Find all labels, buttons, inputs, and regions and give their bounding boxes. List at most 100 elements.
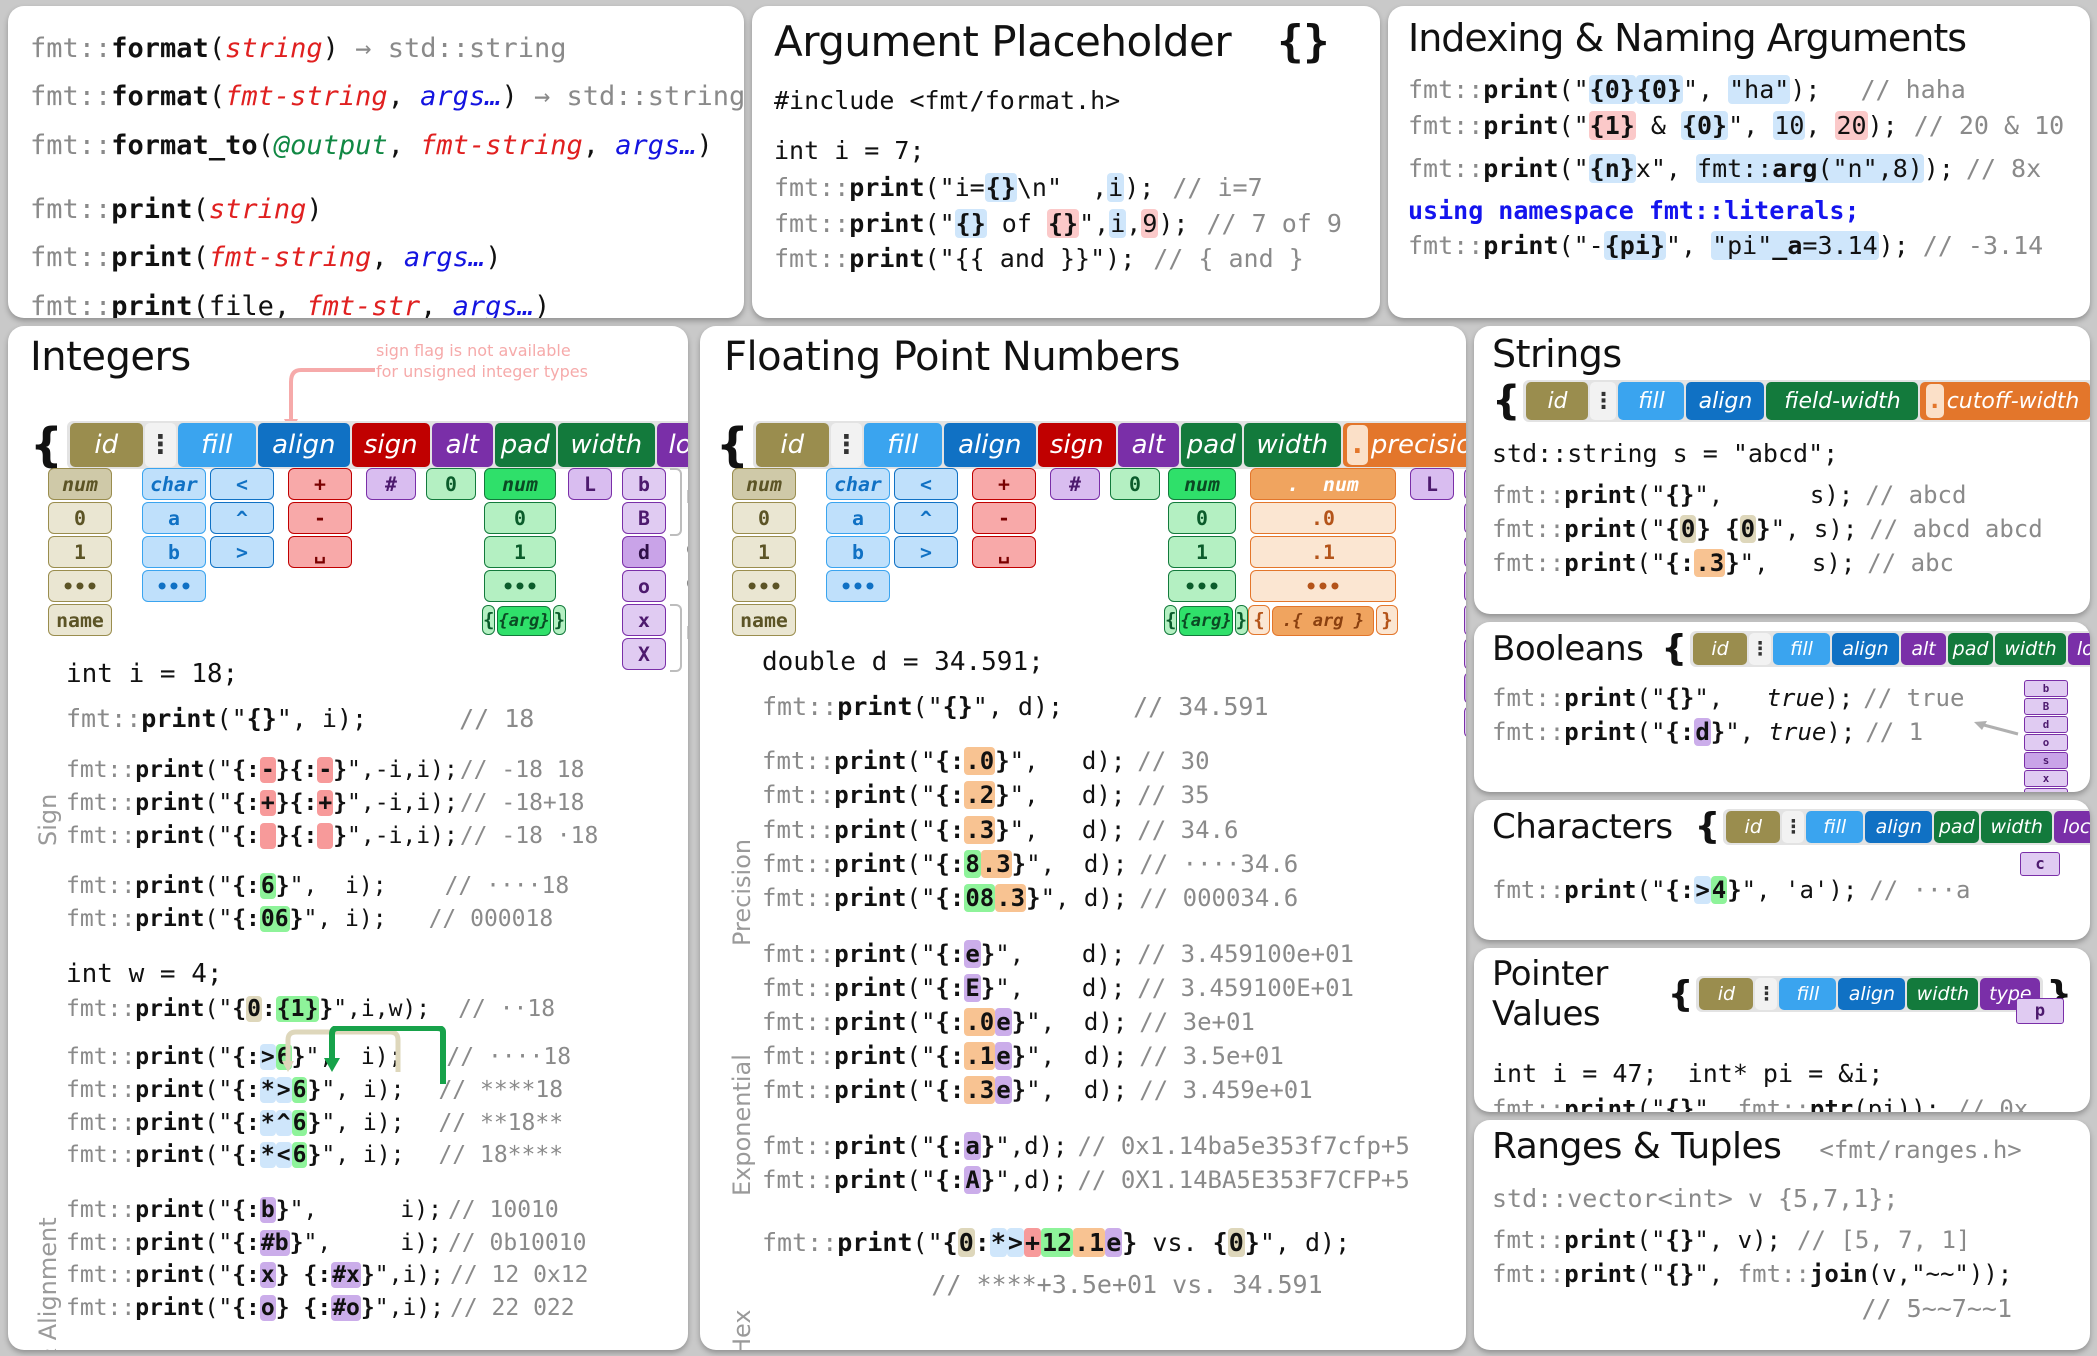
option-cell[interactable]: 1 [48,536,112,568]
option-cell[interactable]: # [366,468,416,500]
option-cell[interactable]: # [1050,468,1100,500]
option-cell[interactable]: 0 [426,468,476,500]
type-option[interactable]: c [2020,852,2060,876]
option-cell[interactable]: char [826,468,890,500]
code-text: fmt::print("{:-}{:-}",-i,i); [66,757,458,784]
floats-title: Floating Point Numbers [724,334,1180,380]
option-cell[interactable]: ••• [48,570,112,602]
option-cell[interactable]: name [732,604,796,636]
option-cell[interactable]: 0 [1168,502,1236,534]
code-text: fmt::print("{0} {0}", s); [1492,514,1858,543]
option-cell[interactable]: a [826,502,890,534]
arg-label: {arg} [1179,606,1233,636]
option-cell[interactable]: ^ [210,502,274,534]
code-comment: // -18 18 [459,757,585,784]
spec-field-width: width [557,423,655,467]
option-cell[interactable]: char [142,468,206,500]
option-cell[interactable]: G [1464,706,1466,738]
booleans-header: Booleans { id⋮fillalignaltpadwidthloctyp… [1492,628,2090,669]
option-cell[interactable]: 1 [732,536,796,568]
code-row: fmt::print("{:x} {:#x}",i);// 12 0x12 [66,1259,676,1292]
type-option[interactable]: p [2016,998,2064,1024]
option-cell[interactable]: num [48,468,112,500]
option-cell[interactable]: 1 [484,536,556,568]
option-cell[interactable]: L [568,468,612,500]
code-comment: // ····18 [444,873,570,900]
option-cell[interactable]: a [142,502,206,534]
option-cell[interactable]: A [1464,502,1466,534]
option-cell[interactable]: 1 [1168,536,1236,568]
spec-field-alt: alt [1117,423,1179,467]
code-text: fmt::print("{}", fmt::join(v,"~~")); [1492,1259,2013,1288]
code-comment: // 1 [1865,718,1924,747]
option-cell[interactable]: f [1464,604,1466,636]
option-cell[interactable]: x [622,604,666,636]
option-cell[interactable]: g [1464,672,1466,704]
integers-w-decl: int w = 4; [66,958,223,989]
option-cell[interactable]: .1 [1250,536,1396,568]
option-cell[interactable]: num [484,468,556,500]
integers-width-rows-a: fmt::print("{:6}", i); // ····18 fmt::prin… [66,870,676,935]
option-cell[interactable]: 0 [484,502,556,534]
option-cell[interactable]: num [732,468,796,500]
type-option[interactable]: x [2024,770,2068,787]
option-cell[interactable]: + [972,468,1036,500]
option-cell[interactable]: < [894,468,958,500]
option-cell[interactable]: F [1464,638,1466,670]
option-cell[interactable]: + [288,468,352,500]
type-option[interactable]: b [2024,680,2068,697]
option-cell[interactable]: > [894,536,958,568]
option-cell[interactable]: ••• [826,570,890,602]
option-cell[interactable]: L [1410,468,1454,500]
option-cell[interactable]: . num [1250,468,1396,500]
option-cell[interactable]: b [622,468,666,500]
code-row: fmt::print("{0} {0}", s); // abcd abcd [1492,512,2072,546]
option-cell[interactable]: < [210,468,274,500]
type-option[interactable]: s [2024,752,2068,769]
option-cell[interactable]: d [622,536,666,568]
option-cell[interactable]: E [1464,570,1466,602]
option-cell[interactable]: 0 [1110,468,1160,500]
code-text: fmt::print("{:.3}", d); [762,815,1126,844]
floats-basic-row: fmt::print("{}", d); // 34.591 [762,689,1462,725]
type-option[interactable]: o [2024,734,2068,751]
option-cell[interactable]: > [210,536,274,568]
option-cell[interactable]: B [622,502,666,534]
option-cell[interactable]: ••• [1250,570,1396,602]
characters-card: Characters { id⋮fillalignpadwidthloctype… [1474,800,2090,940]
option-cell[interactable]: ␣ [972,536,1036,568]
option-cell[interactable]: 0 [48,502,112,534]
option-cell[interactable]: - [972,502,1036,534]
option-cell[interactable]: ␣ [288,536,352,568]
code-text: fmt::print("{:*<6}", i); [66,1142,405,1169]
code-row: fmt::print("{:.1e}", d); // 3.5e+01 [762,1039,1462,1073]
option-cell[interactable]: e [1464,536,1466,568]
option-cell[interactable]: o [622,570,666,602]
option-cell[interactable]: num [1168,468,1236,500]
option-cell[interactable]: b [826,536,890,568]
option-cell[interactable]: ^ [894,502,958,534]
option-cell[interactable]: b [142,536,206,568]
option-cell[interactable]: ••• [484,570,556,602]
spec-field-loc: loc [656,423,688,467]
integers-spec-open-brace: { [30,418,63,472]
type-option[interactable]: X [2024,788,2068,792]
code-comment: // 18 [459,703,535,733]
spec-field-id: id [1693,632,1748,665]
option-column-pad: 0 [426,468,476,502]
code-row: fmt::print("{:a}",d); // 0x1.14ba5e353f7c… [762,1129,1462,1163]
type-option[interactable]: d [2024,716,2068,733]
option-cell[interactable]: 0 [732,502,796,534]
floats-field-list: id⋮fillalignsignaltpadwidth.precisionloc… [752,421,1466,469]
type-option[interactable]: B [2024,698,2068,715]
option-cell[interactable]: ••• [1168,570,1236,602]
option-cell[interactable]: ••• [142,570,206,602]
option-cell[interactable]: ••• [732,570,796,602]
option-cell[interactable]: name [48,604,112,636]
option-cell[interactable]: - [288,502,352,534]
option-cell[interactable]: a [1464,468,1466,500]
option-cell[interactable]: .0 [1250,502,1396,534]
spec-field-id: id [1699,978,1754,1010]
code-row: fmt::print("{{ and }}"); // { and } [774,241,1358,277]
placeholder-row-list: fmt::print("i={}\n" ,i); // i=7 fmt::print… [774,170,1358,277]
